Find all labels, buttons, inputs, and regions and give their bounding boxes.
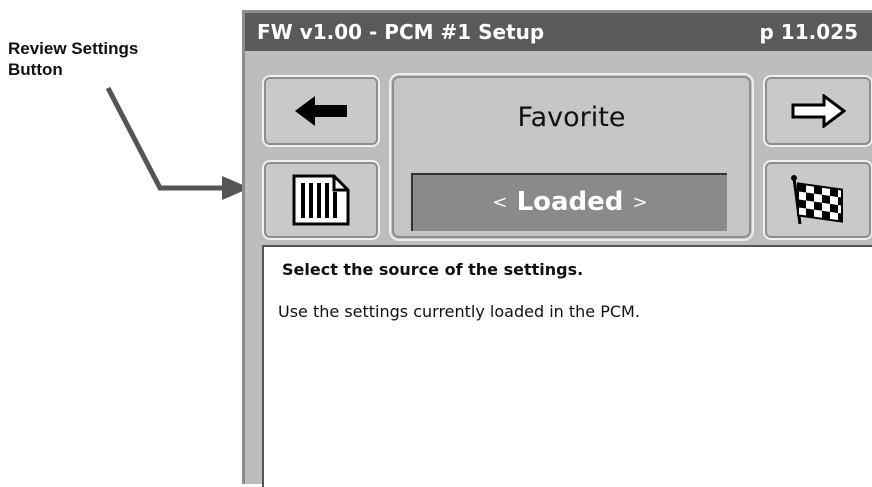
checkered-flag-icon (791, 175, 843, 225)
info-description: Use the settings currently loaded in the… (278, 302, 640, 321)
title-bar: FW v1.00 - PCM #1 Setup p 11.025 (245, 13, 872, 51)
selector-value-row: < Loaded > (413, 187, 727, 217)
left-arrow-icon (295, 96, 347, 126)
callout-label: Review Settings Button (8, 38, 208, 80)
page-number: p 11.025 (759, 20, 858, 44)
favorite-panel: Favorite < Loaded > (389, 73, 754, 241)
info-heading: Select the source of the settings. (282, 260, 584, 279)
review-settings-icon (292, 174, 350, 226)
source-selector[interactable]: < Loaded > (411, 173, 727, 231)
next-button[interactable] (763, 75, 872, 147)
callout-line-2: Button (8, 60, 63, 79)
review-settings-button[interactable] (262, 160, 380, 240)
screen-title: FW v1.00 - PCM #1 Setup (257, 20, 545, 44)
right-arrow-icon (791, 94, 846, 128)
callout-line-1: Review Settings (8, 39, 139, 58)
favorite-label: Favorite (517, 102, 626, 133)
selector-prev[interactable]: < (492, 192, 507, 213)
device-screen: FW v1.00 - PCM #1 Setup p 11.025 Favorit… (242, 10, 872, 487)
selector-value: Loaded (516, 187, 624, 217)
info-panel: Select the source of the settings. Use t… (262, 245, 872, 487)
selector-next[interactable]: > (632, 192, 647, 213)
back-button[interactable] (262, 75, 380, 147)
finish-button[interactable] (763, 160, 872, 240)
